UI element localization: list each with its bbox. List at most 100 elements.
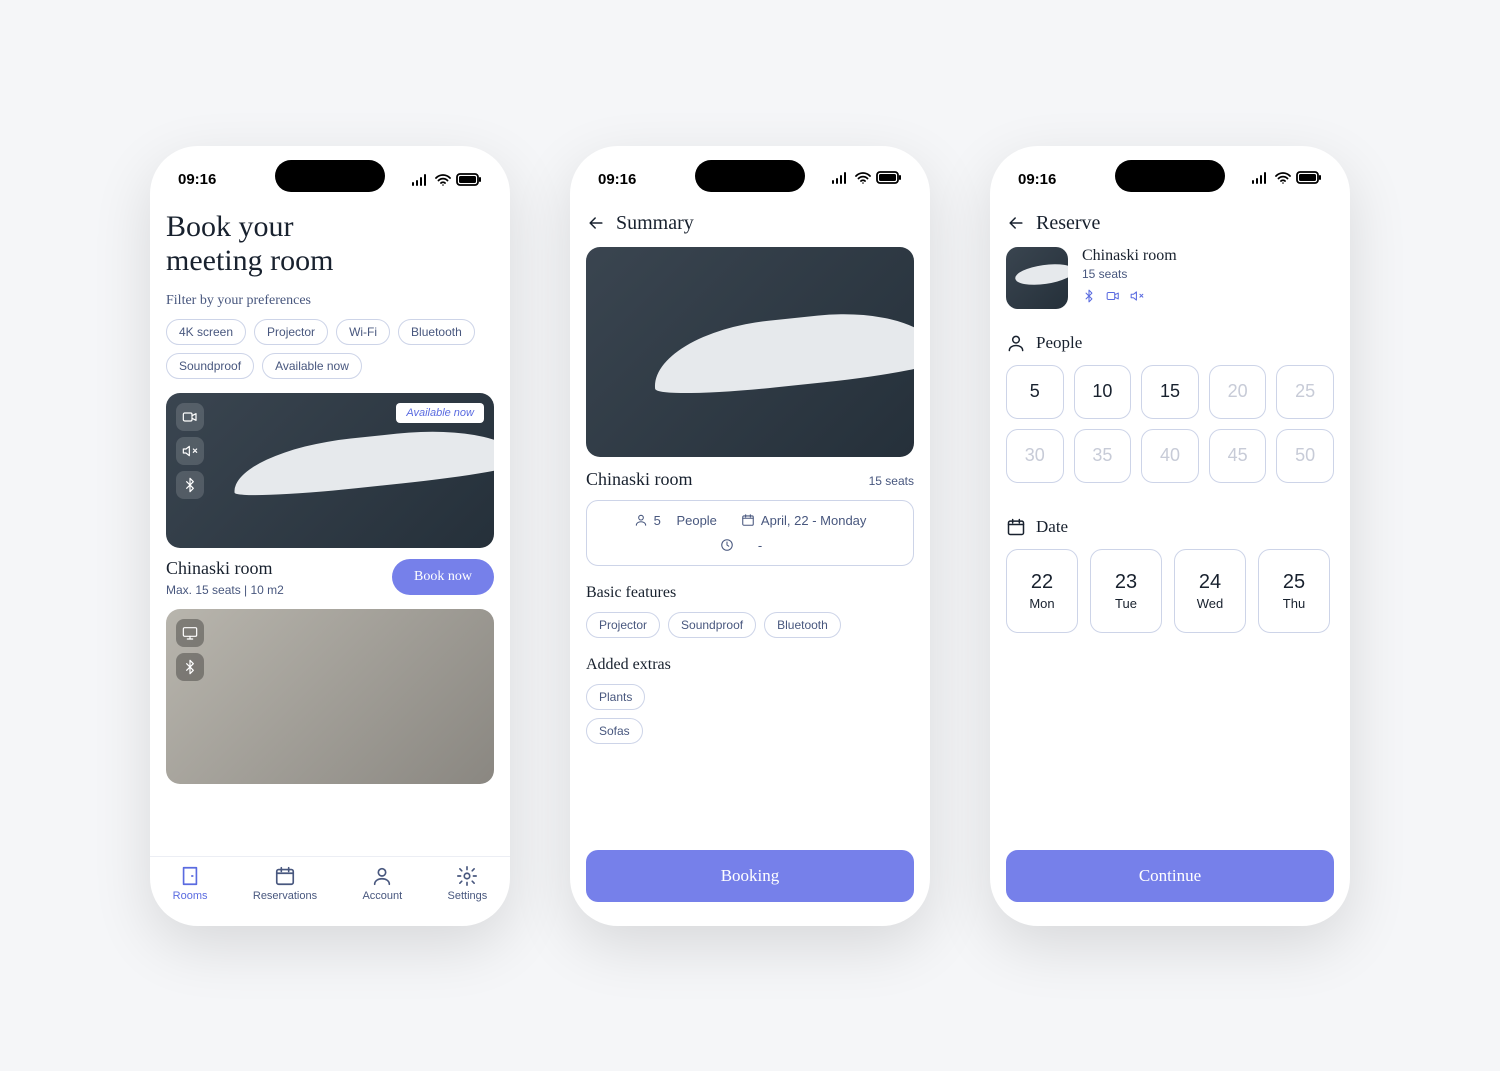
tab-label: Account [362,890,402,902]
cellular-signal-icon [412,174,430,186]
user-icon [634,513,648,527]
tab-label: Reservations [253,890,317,902]
tab-account[interactable]: Account [362,865,402,902]
bluetooth-icon [1082,289,1096,308]
gear-icon [456,865,478,887]
filter-chip-4k[interactable]: 4K screen [166,319,246,345]
detail-people: 5 People [634,513,717,528]
back-button[interactable] [1006,213,1026,233]
battery-icon [456,173,482,186]
room-name: Chinaski room [1082,247,1177,265]
people-option-15[interactable]: 15 [1141,365,1199,419]
room-image: Available now [166,393,494,548]
room-feature-icons [1082,289,1177,308]
tab-reservations[interactable]: Reservations [253,865,317,902]
room-card-second[interactable] [166,609,494,784]
people-option-30: 30 [1006,429,1064,483]
page-title: Reserve [1036,212,1100,235]
video-icon [1106,289,1120,308]
battery-icon [876,171,902,189]
extras-group: Plants [586,684,914,710]
date-option-24[interactable]: 24Wed [1174,549,1246,633]
selected-room-summary: Chinaski room 15 seats [1006,247,1334,309]
clock-icon [720,538,734,552]
feature-chip: Projector [586,612,660,638]
people-option-10[interactable]: 10 [1074,365,1132,419]
user-icon [371,865,393,887]
date-option-25[interactable]: 25Thu [1258,549,1330,633]
people-options: 5101520253035404550 [1006,365,1334,483]
section-title: Date [1036,517,1068,537]
filter-chips: 4K screen Projector Wi-Fi Bluetooth Soun… [166,319,494,379]
cellular-signal-icon [832,171,850,189]
filter-chip-projector[interactable]: Projector [254,319,328,345]
feature-chip: Bluetooth [764,612,841,638]
status-indicators [1252,171,1322,189]
feature-chip: Soundproof [668,612,756,638]
device-notch [1115,160,1225,192]
section-title: People [1036,333,1082,353]
people-option-45: 45 [1209,429,1267,483]
screen-reserve: 09:16 Reserve Chinaski room 15 seats [990,146,1350,926]
tab-rooms[interactable]: Rooms [173,865,208,902]
date-option-23[interactable]: 23Tue [1090,549,1162,633]
extras-group: Sofas [586,718,914,744]
wifi-icon [435,174,451,186]
wifi-icon [1275,171,1291,189]
device-notch [695,160,805,192]
people-option-20: 20 [1209,365,1267,419]
book-now-button[interactable]: Book now [392,559,494,595]
filter-label: Filter by your preferences [166,293,494,309]
booking-button[interactable]: Booking [586,850,914,902]
video-icon [176,403,204,431]
people-option-35: 35 [1074,429,1132,483]
device-notch [275,160,385,192]
room-subtitle: Max. 15 seats | 10 m2 [166,583,284,597]
people-option-40: 40 [1141,429,1199,483]
mute-icon [1130,289,1144,308]
people-option-50: 50 [1276,429,1334,483]
date-option-22[interactable]: 22Mon [1006,549,1078,633]
seat-count: 15 seats [1082,267,1177,281]
date-section-header: Date [1006,517,1334,537]
room-name: Chinaski room [166,558,284,579]
detail-date: April, 22 - Monday [741,513,867,528]
extras-title: Added extras [586,656,914,674]
extra-chip: Plants [586,684,645,710]
status-indicators [832,171,902,189]
detail-time: - [720,538,780,553]
back-button[interactable] [586,213,606,233]
tab-bar: Rooms Reservations Account Settings [150,856,510,926]
tab-settings[interactable]: Settings [448,865,488,902]
battery-icon [1296,171,1322,189]
screen-summary: 09:16 Summary Chinaski room 15 seats 5 P… [570,146,930,926]
available-badge: Available now [396,403,484,423]
room-feature-icons [176,403,204,499]
date-options[interactable]: 22Mon23Tue24Wed25Thu [1006,549,1334,633]
page-title: Summary [616,212,694,235]
room-image [586,247,914,457]
people-section-header: People [1006,333,1334,353]
monitor-icon [176,619,204,647]
filter-chip-soundproof[interactable]: Soundproof [166,353,254,379]
tab-label: Rooms [173,890,208,902]
filter-chip-bluetooth[interactable]: Bluetooth [398,319,475,345]
mute-icon [176,437,204,465]
people-option-5[interactable]: 5 [1006,365,1064,419]
tab-label: Settings [448,890,488,902]
extra-chip: Sofas [586,718,643,744]
filter-chip-wifi[interactable]: Wi-Fi [336,319,390,345]
user-icon [1006,333,1026,353]
cellular-signal-icon [1252,171,1270,189]
calendar-icon [741,513,755,527]
room-name: Chinaski room [586,469,693,490]
room-image [166,609,494,784]
continue-button[interactable]: Continue [1006,850,1334,902]
room-card-chinaski[interactable]: Available now Chinaski room Max. 15 seat… [166,393,494,597]
room-feature-icons [176,619,204,681]
wifi-icon [855,171,871,189]
filter-chip-available[interactable]: Available now [262,353,362,379]
status-indicators [412,173,482,186]
room-thumbnail [1006,247,1068,309]
basic-features-title: Basic features [586,584,914,602]
